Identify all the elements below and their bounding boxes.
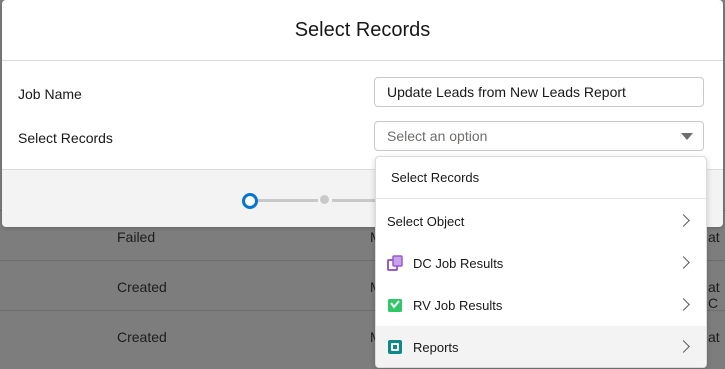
- option-rv-job-results[interactable]: RV Job Results: [376, 284, 706, 326]
- progress-bar-track: [258, 199, 318, 202]
- chevron-right-icon: [677, 340, 690, 353]
- status-cell: Created: [117, 329, 167, 345]
- chevron-right-icon: [677, 256, 690, 269]
- modal-body: Job Name Update Leads from New Leads Rep…: [2, 61, 723, 169]
- option-select-object[interactable]: Select Object: [376, 200, 706, 242]
- chevron-right-icon: [677, 298, 690, 311]
- caret-down-icon: [681, 133, 693, 140]
- select-records-placeholder: Select an option: [387, 128, 488, 144]
- table-cell: at: [708, 229, 720, 245]
- option-dc-job-results[interactable]: DC Job Results: [376, 242, 706, 284]
- modal-header: Select Records: [2, 0, 723, 61]
- select-records-label: Select Records: [18, 130, 113, 146]
- dc-job-results-icon: [387, 255, 403, 271]
- progress-step-current[interactable]: [242, 193, 258, 209]
- dropdown-header: Select Records: [376, 157, 706, 199]
- modal-title: Select Records: [294, 18, 431, 41]
- option-label: Reports: [413, 339, 459, 355]
- option-label: RV Job Results: [413, 297, 503, 313]
- progress-step[interactable]: [320, 195, 329, 204]
- status-cell: Created: [117, 279, 167, 295]
- option-reports[interactable]: Reports: [376, 326, 706, 367]
- select-records-combobox[interactable]: Select an option: [374, 121, 704, 151]
- option-label: Select Object: [387, 213, 465, 229]
- select-records-dropdown: Select Records Select Object DC Job Resu…: [375, 156, 707, 368]
- option-label: DC Job Results: [413, 255, 504, 271]
- table-cell: at C: [708, 279, 720, 311]
- chevron-right-icon: [677, 214, 690, 227]
- progress-bar-track: [332, 199, 377, 202]
- status-cell: Failed: [117, 229, 156, 245]
- reports-icon: [388, 340, 402, 354]
- table-cell: at: [708, 329, 720, 345]
- job-name-input[interactable]: Update Leads from New Leads Report: [374, 77, 704, 107]
- job-name-label: Job Name: [18, 86, 82, 102]
- rv-job-results-icon: [388, 299, 402, 312]
